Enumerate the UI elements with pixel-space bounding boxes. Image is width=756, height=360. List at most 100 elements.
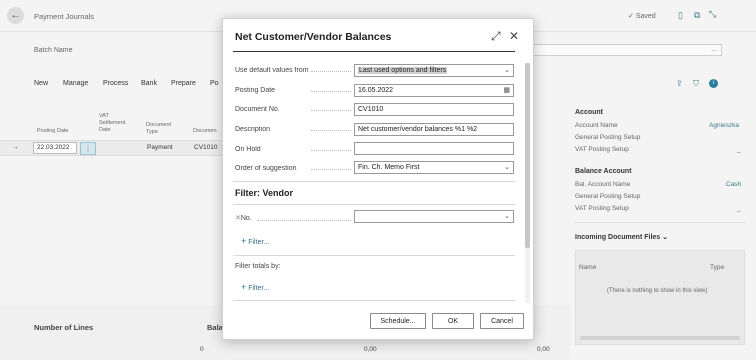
action-new[interactable]: New — [34, 80, 48, 87]
close-icon[interactable]: ✕ — [509, 29, 519, 43]
chevron-down-icon: ⌄ — [504, 164, 510, 171]
horizontal-scrollbar[interactable] — [580, 336, 740, 340]
totals-filter-link-text: Filter... — [248, 285, 270, 292]
total-balance-value: 0,00 — [537, 346, 550, 353]
document-no-cell[interactable]: CV1010 — [194, 144, 218, 151]
bal-vat-posting-value: _ — [737, 205, 741, 212]
action-bank[interactable]: Bank — [141, 80, 157, 87]
collapse-icon[interactable]: ⤡ — [709, 9, 716, 20]
section-divider — [233, 255, 515, 256]
action-prepare[interactable]: Prepare — [171, 80, 196, 87]
bookmark-icon[interactable]: ▯ — [678, 10, 683, 21]
dialog-scrollbar-thumb[interactable] — [525, 63, 530, 248]
posting-date-value: 16.05.2022 — [358, 87, 394, 94]
add-totals-filter-link[interactable]: + Filter... — [241, 282, 269, 292]
account-header: Account — [575, 109, 603, 116]
section-divider — [233, 300, 515, 301]
open-new-window-icon[interactable]: ⧉ — [694, 10, 700, 21]
share-icon[interactable]: ⇪ — [676, 79, 683, 88]
add-vendor-filter-link[interactable]: + Filter... — [241, 236, 269, 246]
vendor-filter-link-text: Filter... — [248, 239, 270, 246]
label-dots — [311, 86, 351, 92]
table-row[interactable]: → 22.03.2022 ⋮ Payment CV1010 — [0, 140, 222, 156]
saved-label: Saved — [635, 13, 656, 20]
vat-posting-value: _ — [737, 146, 741, 153]
action-manage[interactable]: Manage — [63, 80, 88, 87]
section-divider — [233, 181, 515, 182]
number-of-lines-value: 0 — [200, 346, 204, 353]
document-type-cell[interactable]: Payment — [147, 144, 173, 151]
description-field[interactable]: Net customer/vendor balances %1 %2 — [354, 123, 514, 136]
label-dots — [311, 164, 351, 170]
document-no-field[interactable]: CV1010 — [354, 103, 514, 116]
bal-vat-posting-label: VAT Posting Setup — [575, 205, 629, 212]
filter-icon[interactable]: ⛉ — [693, 79, 699, 89]
page-title: Payment Journals — [34, 12, 95, 21]
number-of-lines-label: Number of Lines — [34, 323, 94, 332]
dialog-title: Net Customer/Vendor Balances — [235, 31, 392, 43]
chevron-down-icon: ⌄ — [504, 67, 510, 74]
info-icon[interactable]: i — [709, 79, 718, 88]
incoming-files-label: Incoming Document Files — [575, 234, 661, 241]
description-value: Net customer/vendor balances %1 %2 — [358, 126, 478, 133]
batch-dropdown-dots: ... — [711, 46, 717, 53]
row-menu-icon[interactable]: ⋮ — [80, 142, 96, 155]
chevron-down-icon: ⌄ — [504, 213, 510, 220]
account-name-label: Account Name — [575, 122, 618, 129]
saved-status: ✓ Saved — [628, 13, 656, 20]
net-balances-dialog: Net Customer/Vendor Balances ⤢ ✕ Use def… — [222, 18, 534, 340]
on-hold-field[interactable] — [354, 142, 514, 155]
expand-icon[interactable]: ⤢ — [491, 29, 501, 44]
filter-no-label: ✕No. — [235, 214, 252, 222]
plus-icon: + — [241, 236, 247, 246]
order-of-suggestion-value: Fin. Ch. Memo First — [358, 164, 420, 171]
ok-button[interactable]: OK — [432, 313, 474, 329]
col-document-no[interactable]: Documen — [193, 128, 217, 135]
action-process[interactable]: Process — [103, 80, 128, 87]
posting-date-field[interactable]: 16.05.2022 ▦ — [354, 84, 514, 97]
title-divider — [233, 51, 515, 52]
use-default-values-select[interactable]: Last used options and filters ⌄ — [354, 64, 514, 77]
label-dots — [257, 215, 351, 221]
col-document-type[interactable]: Document Type — [146, 122, 172, 136]
action-post[interactable]: Po — [210, 80, 219, 87]
label-dots — [311, 125, 351, 131]
col-vat-settlement-date[interactable]: VAT Settlement Date — [99, 113, 133, 134]
chevron-down-icon: ⌄ — [662, 234, 669, 241]
bal-account-name-value[interactable]: Cash — [726, 181, 741, 188]
filter-totals-label: Filter totals by: — [235, 263, 281, 270]
bal-account-name-label: Bal. Account Name — [575, 181, 631, 188]
incoming-files-header[interactable]: Incoming Document Files ⌄ — [575, 233, 668, 241]
schedule-button[interactable]: Schedule... — [370, 313, 426, 329]
label-dots — [311, 145, 351, 151]
inc-col-type: Type — [710, 264, 725, 271]
balance-label: Bala — [207, 323, 223, 332]
batch-name-label: Batch Name — [34, 47, 73, 54]
use-default-values-value: Last used options and filters — [358, 67, 448, 74]
section-divider — [233, 204, 515, 205]
balance-account-header: Balance Account — [575, 168, 632, 175]
cancel-button[interactable]: Cancel — [480, 313, 524, 329]
arrow-left-icon: ← — [10, 10, 21, 21]
filter-vendor-title: Filter: Vendor — [235, 188, 294, 198]
panel-divider — [575, 222, 745, 223]
batch-name-field[interactable]: ... — [532, 44, 722, 56]
inc-empty-text: (There is nothing to show in this view) — [607, 288, 708, 294]
filter-no-field[interactable]: ⌄ — [354, 210, 514, 223]
inc-col-name: Name — [579, 264, 597, 271]
gen-posting-setup-label: General Posting Setup — [575, 134, 641, 141]
order-of-suggestion-select[interactable]: Fin. Ch. Memo First ⌄ — [354, 161, 514, 174]
calendar-icon[interactable]: ▦ — [503, 86, 510, 94]
row-arrow-icon: → — [12, 144, 19, 151]
back-button[interactable]: ← — [7, 7, 24, 24]
posting-date-cell[interactable]: 22.03.2022 — [37, 144, 70, 151]
label-dots — [311, 66, 351, 72]
account-name-value[interactable]: Agnieszka — [709, 122, 739, 129]
filter-no-text: No. — [240, 215, 252, 222]
col-posting-date[interactable]: Posting Date — [37, 128, 69, 135]
label-dots — [311, 105, 351, 111]
vat-posting-setup-label: VAT Posting Setup — [575, 146, 629, 153]
plus-icon: + — [241, 282, 247, 292]
bal-gen-posting-label: General Posting Setup — [575, 193, 641, 200]
balance-value: 0,00 — [364, 346, 377, 353]
